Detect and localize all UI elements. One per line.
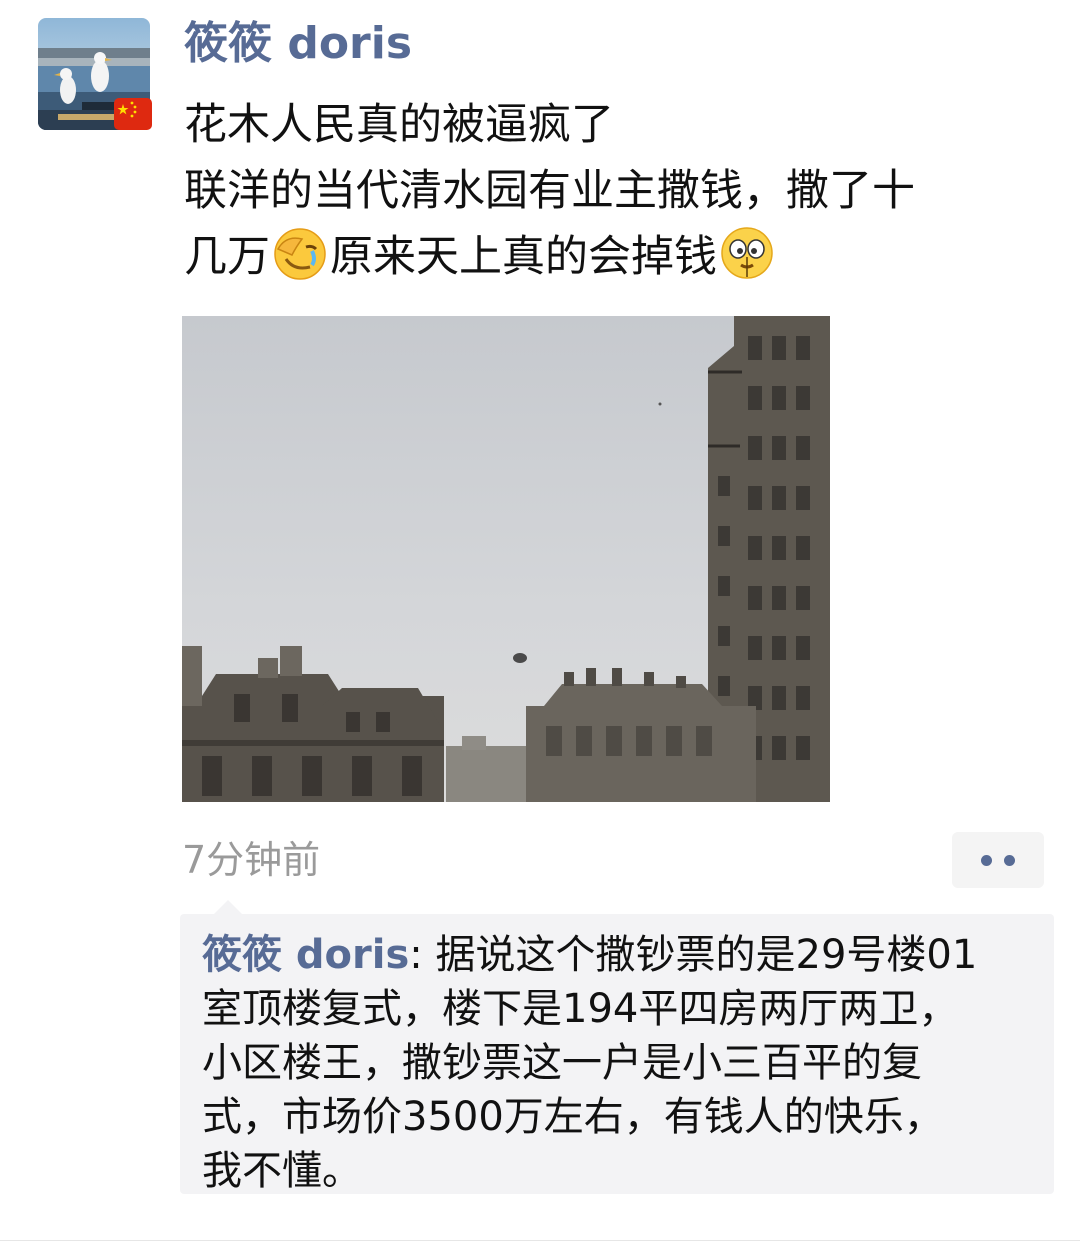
comment-line: 小区楼王，撒钞票这一户是小三百平的复 — [202, 1040, 922, 1086]
comment-text: 据说这个撒钞票的是29号楼01 — [435, 932, 978, 978]
post-text-line: 几万 原来天上真的会掉钱 — [184, 224, 1054, 290]
post-text-line: 花木人民真的被逼疯了 — [184, 100, 614, 150]
post-timestamp: 7分钟前 — [182, 838, 321, 882]
comment-item[interactable]: 筱筱 doris: 据说这个撒钞票的是29号楼01 室顶楼复式，楼下是194平四… — [202, 928, 1038, 1198]
post-photo[interactable] — [182, 316, 830, 802]
divider — [0, 1240, 1080, 1241]
post-text-segment: 原来天上真的会掉钱 — [330, 232, 717, 282]
post-text: 花木人民真的被逼疯了 联洋的当代清水园有业主撒钱，撒了十 几万 原来天上真的会掉… — [184, 92, 1054, 290]
sky-buildings-photo — [182, 316, 830, 802]
comment-section: 筱筱 doris: 据说这个撒钞票的是29号楼01 室顶楼复式，楼下是194平四… — [180, 900, 1054, 1194]
comment-line: 室顶楼复式，楼下是194平四房两厅两卫， — [202, 986, 959, 1032]
facepalm-crying-emoji — [274, 228, 326, 280]
comment-line: 筱筱 doris: 据说这个撒钞票的是29号楼01 — [202, 928, 1038, 982]
comment-line: 式，市场价3500万左右，有钱人的快乐， — [202, 1094, 944, 1140]
dizzy-money-face-emoji — [721, 227, 773, 279]
china-flag-icon — [114, 98, 152, 130]
more-dots-icon — [981, 855, 992, 866]
more-dots-icon — [1004, 855, 1015, 866]
comment-separator: : — [409, 932, 436, 978]
more-button[interactable] — [952, 832, 1044, 888]
post-text-line: 联洋的当代清水园有业主撒钱，撒了十 — [184, 166, 915, 216]
author-name[interactable]: 筱筱 doris — [184, 16, 412, 72]
comment-line: 我不懂。 — [202, 1148, 362, 1194]
comment-author[interactable]: 筱筱 doris — [202, 932, 409, 978]
moments-post: 筱筱 doris 花木人民真的被逼疯了 联洋的当代清水园有业主撒钱，撒了十 几万… — [0, 0, 1080, 1247]
post-text-segment: 几万 — [184, 232, 270, 282]
